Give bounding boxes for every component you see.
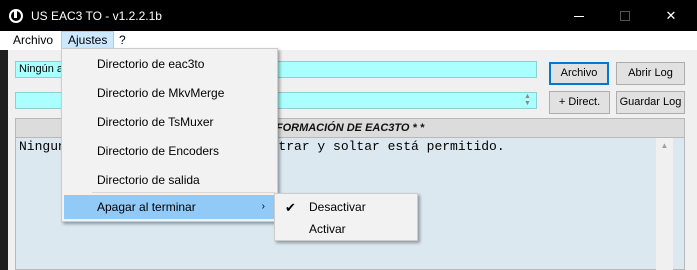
submenu-item-desactivar[interactable]: ✔ Desactivar	[277, 197, 415, 218]
log-line-end: astrar y soltar está permitido.	[262, 139, 505, 154]
abrir-log-button[interactable]: Abrir Log	[616, 62, 685, 85]
power-icon	[9, 9, 23, 23]
close-icon: ✕	[665, 8, 677, 23]
menu-archivo[interactable]: Archivo	[7, 31, 59, 50]
menu-item-encoders-dir[interactable]: Directorio de Encoders	[64, 138, 275, 164]
scroll-up-icon[interactable]: ▲	[656, 138, 673, 154]
menu-item-mkvmerge-dir[interactable]: Directorio de MkvMerge	[64, 80, 275, 106]
submenu-item-activar[interactable]: Activar	[277, 219, 415, 240]
menu-separator	[92, 192, 275, 193]
add-directory-button[interactable]: + Direct.	[549, 91, 610, 114]
minimize-icon	[574, 16, 584, 17]
maximize-button	[602, 0, 648, 31]
menu-item-shutdown[interactable]: Apagar al terminar ›	[64, 195, 275, 219]
shutdown-submenu: ✔ Desactivar Activar	[274, 193, 418, 241]
minimize-button[interactable]	[556, 0, 602, 31]
guardar-log-button[interactable]: Guardar Log	[616, 91, 685, 114]
submenu-item-desactivar-label: Desactivar	[309, 200, 366, 214]
maximize-icon	[620, 11, 630, 21]
log-line-start: Ningun	[19, 139, 66, 154]
menu-item-tsmuxer-dir[interactable]: Directorio de TsMuxer	[64, 109, 275, 135]
window-title: US EAC3 TO - v1.2.2.1b	[31, 9, 162, 23]
menu-item-eac3to-dir[interactable]: Directorio de eac3to	[64, 51, 275, 77]
checkmark-icon: ✔	[285, 200, 296, 215]
spinner-icon[interactable]: ▲ ▼	[521, 93, 534, 107]
title-bar[interactable]: US EAC3 TO - v1.2.2.1b ✕	[0, 0, 697, 31]
archivo-button[interactable]: Archivo	[549, 62, 609, 85]
menu-item-shutdown-label: Apagar al terminar	[97, 200, 196, 214]
menu-item-output-dir[interactable]: Directorio de salida	[64, 167, 275, 193]
chevron-right-icon: ›	[261, 201, 265, 212]
log-scrollbar[interactable]: ▲	[656, 138, 673, 270]
close-button[interactable]: ✕	[648, 0, 694, 31]
ajustes-dropdown: Directorio de eac3to Directorio de MkvMe…	[61, 48, 278, 222]
background-strip	[0, 50, 8, 270]
